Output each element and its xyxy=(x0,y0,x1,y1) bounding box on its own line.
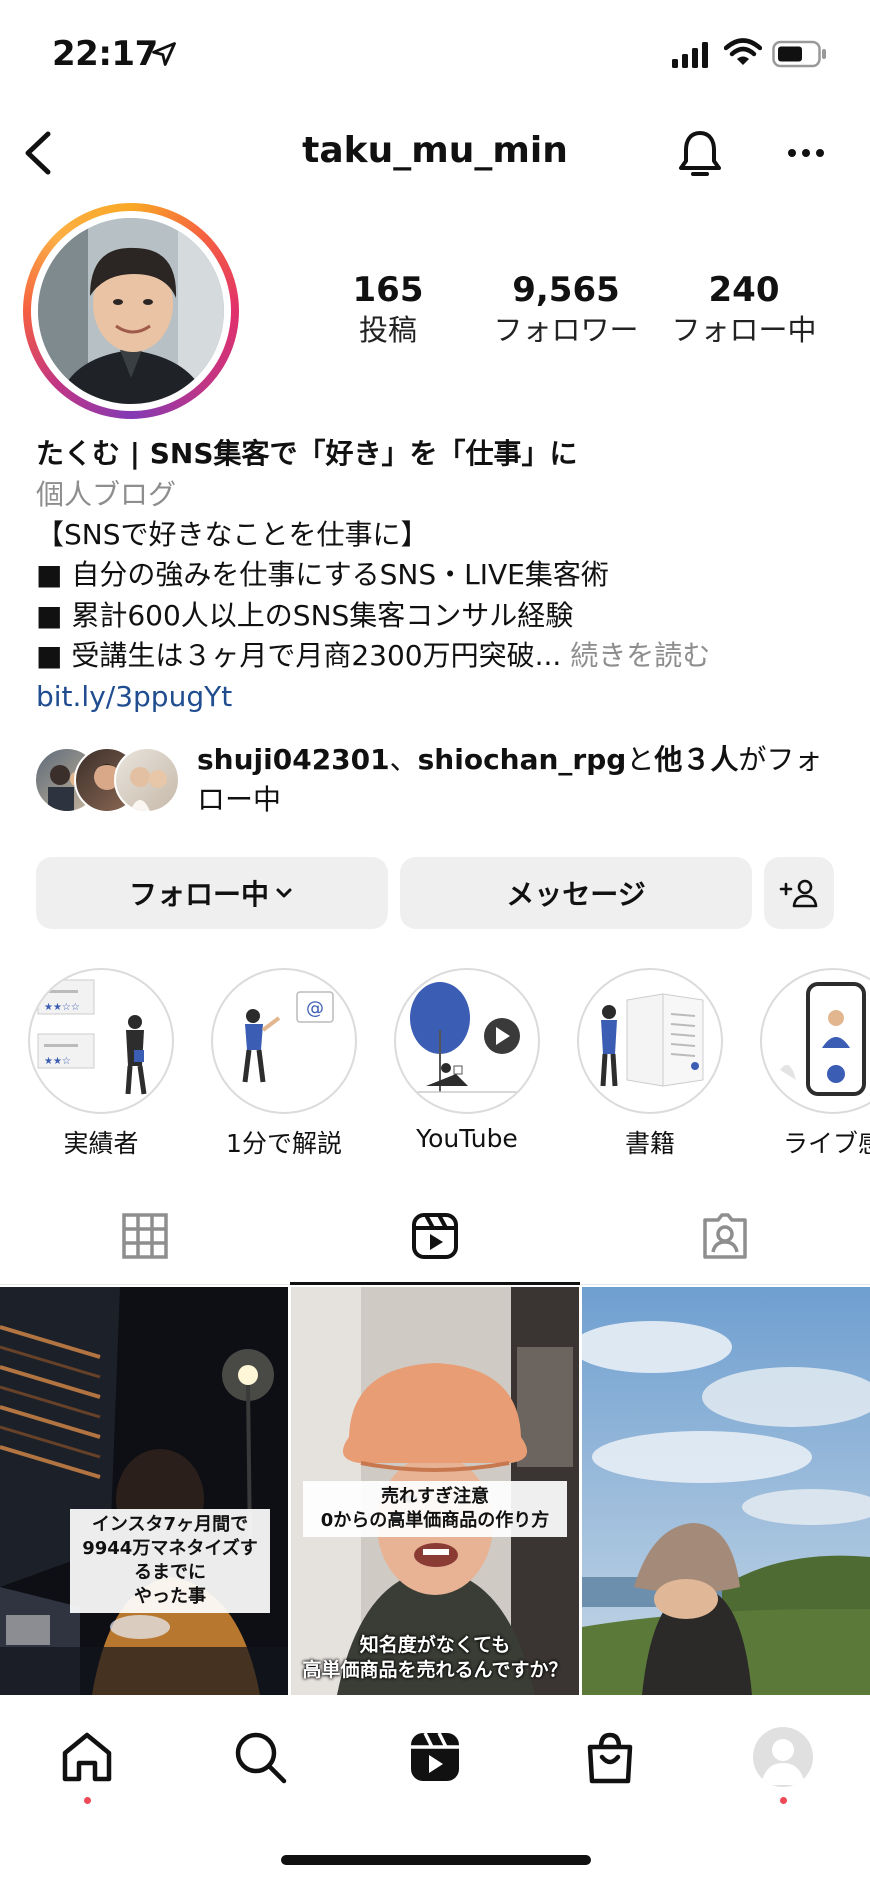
message-button-label: メッセージ xyxy=(506,878,646,911)
bio-line: ■ 受講生は３ヶ月で月商2300万円突破... xyxy=(36,639,562,672)
reel-thumbnail[interactable] xyxy=(582,1287,870,1695)
followed-by-others[interactable]: 他３人 xyxy=(654,743,738,776)
stat-following[interactable]: 240 フォロー中 xyxy=(666,270,822,350)
follower-avatar xyxy=(114,747,180,813)
default-avatar-icon xyxy=(761,1739,805,1785)
bio-line: 【SNSで好きなことを仕事に】 xyxy=(36,518,429,551)
notification-dot xyxy=(84,1797,91,1804)
bio-line-with-more: ■ 受講生は３ヶ月で月商2300万円突破... 続きを読む xyxy=(36,636,846,676)
svg-text:★★☆: ★★☆ xyxy=(44,1056,71,1067)
followed-by-user[interactable]: shiochan_rpg xyxy=(418,743,627,776)
profile-avatar[interactable] xyxy=(23,203,239,419)
followed-by-avatars[interactable] xyxy=(34,747,184,813)
bio-line: ■ 自分の強みを仕事にするSNS・LIVE集客術 xyxy=(36,558,609,591)
stat-following-label: フォロー中 xyxy=(671,313,817,347)
profile-category: 個人ブログ xyxy=(36,478,177,511)
cellular-signal-icon xyxy=(672,42,708,68)
reels-icon[interactable] xyxy=(405,1727,465,1787)
profile-tab-avatar[interactable] xyxy=(753,1727,813,1787)
profile-display-name: たくむ | SNS集客で「好き」を「仕事」に xyxy=(36,437,578,470)
active-tab-indicator xyxy=(290,1282,580,1285)
stat-followers-count: 9,565 xyxy=(512,270,620,310)
highlight-cover xyxy=(394,968,540,1114)
followed-by-separator: 、 xyxy=(389,743,418,776)
highlight-cover: ★★☆☆ ★★☆ xyxy=(28,968,174,1114)
stat-posts-count: 165 xyxy=(352,270,424,310)
following-button[interactable]: フォロー中 xyxy=(36,857,388,929)
stat-posts[interactable]: 165 投稿 xyxy=(320,270,456,350)
followed-by-user[interactable]: shuji042301 xyxy=(197,743,390,776)
highlight-label: 書籍 xyxy=(624,1129,675,1158)
chevron-down-icon xyxy=(276,888,292,898)
notification-dot xyxy=(780,1797,787,1804)
reel-caption: 売れすぎ注意 0からの高単価商品の作り方 xyxy=(303,1481,567,1537)
highlight-cover xyxy=(577,968,723,1114)
followed-by-connector: と xyxy=(626,743,655,776)
highlight-explainer[interactable]: @ 1分で解説 xyxy=(211,968,357,1160)
status-time: 22:17 xyxy=(52,34,158,74)
stat-following-count: 240 xyxy=(708,270,780,310)
location-arrow-icon xyxy=(152,42,176,66)
add-person-icon xyxy=(779,879,818,908)
highlight-live[interactable]: ライブ感 xyxy=(760,968,870,1160)
reels-tab-icon[interactable] xyxy=(411,1212,459,1260)
reel-caption: インスタ7ヶ月間で 9944万マネタイズするまでに やった事 xyxy=(70,1509,270,1613)
battery-icon xyxy=(772,40,826,68)
bio-link[interactable]: bit.ly/3ppugYt xyxy=(36,677,846,717)
profile-username: taku_mu_min xyxy=(302,130,568,171)
reel-thumbnail[interactable]: インスタ7ヶ月間で 9944万マネタイズするまでに やった事 xyxy=(0,1287,288,1695)
highlight-label: 1分で解説 xyxy=(226,1129,342,1158)
highlight-cover: @ xyxy=(211,968,357,1114)
highlight-youtube[interactable]: YouTube xyxy=(394,968,540,1153)
highlight-label: ライブ感 xyxy=(782,1129,870,1158)
message-button[interactable]: メッセージ xyxy=(400,857,752,929)
highlight-label: 実績者 xyxy=(63,1129,139,1158)
wifi-icon xyxy=(724,38,762,65)
stat-followers[interactable]: 9,565 フォロワー xyxy=(488,270,644,350)
highlight-books[interactable]: 書籍 xyxy=(577,968,723,1160)
highlight-achievers[interactable]: ★★☆☆ ★★☆ 実績者 xyxy=(28,968,174,1160)
search-icon[interactable] xyxy=(230,1727,290,1787)
home-icon[interactable] xyxy=(57,1727,117,1787)
highlight-cover xyxy=(760,968,870,1114)
highlight-label: YouTube xyxy=(416,1124,518,1153)
followed-by-text[interactable]: shuji042301、shiochan_rpgと他３人がフォロー中 xyxy=(197,740,837,820)
shop-bag-icon[interactable] xyxy=(580,1727,640,1787)
grid-posts-icon[interactable] xyxy=(121,1212,169,1260)
suggested-users-button[interactable] xyxy=(764,857,834,929)
svg-text:★★☆☆: ★★☆☆ xyxy=(44,1002,80,1013)
stat-posts-label: 投稿 xyxy=(358,313,417,347)
notification-bell-icon[interactable] xyxy=(676,128,724,180)
bio-line: ■ 累計600人以上のSNS集客コンサル経験 xyxy=(36,599,574,632)
home-indicator xyxy=(281,1855,591,1865)
following-button-label: フォロー中 xyxy=(128,878,269,911)
stat-followers-label: フォロワー xyxy=(493,313,639,347)
svg-text:@: @ xyxy=(306,998,324,1019)
more-options-icon[interactable] xyxy=(786,140,826,166)
read-more-link[interactable]: 続きを読む xyxy=(570,639,710,672)
reel-thumbnail[interactable]: 売れすぎ注意 0からの高単価商品の作り方 知名度がなくても 高単価商品を売れるんです… xyxy=(291,1287,579,1695)
avatar-photo xyxy=(38,218,224,404)
tagged-tab-icon[interactable] xyxy=(701,1212,749,1260)
reel-subtitle: 知名度がなくても 高単価商品を売れるんですか？ xyxy=(302,1634,568,1681)
